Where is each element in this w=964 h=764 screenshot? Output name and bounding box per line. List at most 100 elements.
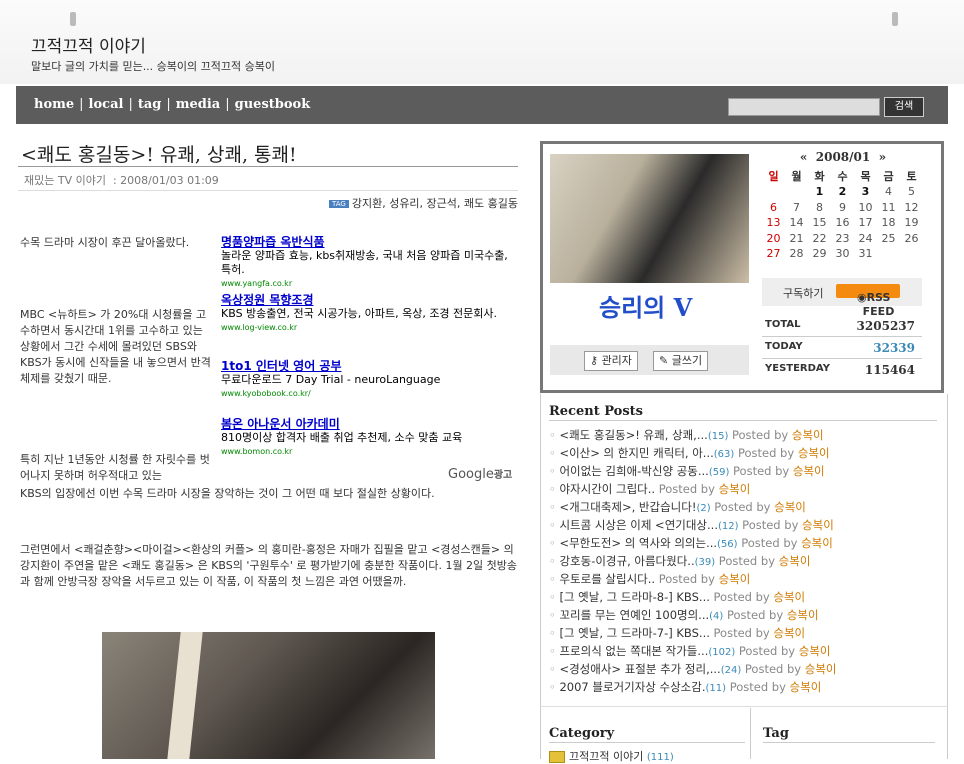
recent-post-author[interactable]: 승복이: [798, 446, 830, 460]
recent-post-title[interactable]: <쾌도 홍길동>! 유쾌, 상쾌,...: [559, 428, 707, 442]
recent-post-title[interactable]: 어이없는 김희애-박신양 공동...: [559, 464, 708, 478]
recent-post-title[interactable]: 꼬리를 무는 연예인 100명의...: [559, 608, 709, 622]
recent-post-author[interactable]: 승복이: [787, 608, 819, 622]
google-ads-label[interactable]: Google광고: [448, 466, 512, 482]
recent-post-item[interactable]: ◦ <이산> 의 한지민 캐릭터, 아...(63) Posted by 승복이: [549, 444, 944, 462]
recent-post-item[interactable]: ◦ 야자시간이 그립다.. Posted by 승복이: [549, 480, 944, 498]
recent-post-title[interactable]: 프로의식 없는 쪽대본 작가들...: [559, 644, 708, 658]
tag-heading: Tag: [763, 726, 789, 741]
recent-post-item[interactable]: ◦ <경성애사> 표절분 추가 정리,...(24) Posted by 승복이: [549, 660, 944, 678]
recent-post-item[interactable]: ◦ 어이없는 김희애-박신양 공동...(59) Posted by 승복이: [549, 462, 944, 480]
recent-post-author[interactable]: 승복이: [790, 680, 822, 694]
recent-post-author[interactable]: 승복이: [773, 626, 805, 640]
calendar-day[interactable]: 2: [831, 184, 854, 200]
ad-block[interactable]: 옥상정원 목향조경 KBS 방송출연, 전국 시공가능, 아파트, 옥상, 조경…: [221, 293, 521, 335]
write-button[interactable]: ✎ 글쓰기: [653, 351, 709, 371]
recent-post-item[interactable]: ◦ 2007 블로거기자상 수상소감.(11) Posted by 승복이: [549, 678, 944, 696]
ad-title[interactable]: 명품양파즙 옥반식품: [221, 235, 521, 249]
profile-caption: 승리의 V: [599, 293, 693, 322]
recent-post-title[interactable]: 2007 블로거기자상 수상소감.: [559, 680, 705, 694]
nav-home[interactable]: home: [34, 97, 74, 112]
recent-post-title[interactable]: 강호동-이경규, 아름다웠다..: [559, 554, 694, 568]
posted-by-label: Posted by: [742, 518, 799, 532]
admin-bar: [550, 345, 749, 375]
recent-post-title[interactable]: 야자시간이 그립다..: [559, 482, 655, 496]
recent-post-item[interactable]: ◦ <개그대축제>, 반갑습니다!(2) Posted by 승복이: [549, 498, 944, 516]
posted-by-label: Posted by: [732, 428, 789, 442]
post-category[interactable]: 재밌는 TV 이야기: [24, 174, 106, 187]
nav-media[interactable]: media: [176, 97, 220, 112]
calendar-day: [762, 184, 785, 200]
calendar-prev[interactable]: «: [800, 150, 808, 164]
nav-local[interactable]: local: [89, 97, 124, 112]
bullet-icon: ◦: [549, 554, 560, 568]
nav-tag[interactable]: tag: [138, 97, 162, 112]
recent-post-item[interactable]: ◦ 시트콤 시상은 이제 <연기대상...(12) Posted by 승복이: [549, 516, 944, 534]
tag-list[interactable]: 강지환, 성유리, 장근석, 쾌도 홍길동: [352, 197, 518, 210]
ad-title[interactable]: 옥상정원 목향조경: [221, 293, 521, 307]
ad-block[interactable]: 명품양파즙 옥반식품 놀라운 양파즙 효능, kbs취재방송, 국내 처음 양파…: [221, 235, 521, 291]
site-title[interactable]: 끄적끄적 이야기: [31, 32, 146, 57]
recent-post-comment-count: (102): [708, 647, 736, 658]
recent-post-item[interactable]: ◦ <쾌도 홍길동>! 유쾌, 상쾌,...(15) Posted by 승복이: [549, 426, 944, 444]
calendar-day: 29: [812, 247, 827, 261]
recent-post-author[interactable]: 승복이: [779, 554, 811, 568]
search-button[interactable]: 검색: [884, 97, 924, 117]
calendar-day: 4: [885, 185, 892, 199]
recent-post-author[interactable]: 승복이: [802, 518, 834, 532]
recent-post-item[interactable]: ◦ [그 옛날, 그 드라마-8-] KBS... Posted by 승복이: [549, 588, 944, 606]
search-input[interactable]: [728, 98, 880, 116]
recent-post-item[interactable]: ◦ 우토로를 살립시다.. Posted by 승복이: [549, 570, 944, 588]
recent-post-title[interactable]: 우토로를 살립시다..: [559, 572, 655, 586]
ad-url[interactable]: www.kyobobook.co.kr/: [221, 387, 521, 401]
ad-url[interactable]: www.bomon.co.kr: [221, 445, 521, 459]
recent-post-title[interactable]: [그 옛날, 그 드라마-8-] KBS...: [559, 590, 709, 604]
calendar-week: 20 21 22 23 24 25 26: [762, 231, 923, 247]
calendar-day[interactable]: 3: [854, 184, 877, 200]
calendar-month: 2008/01: [815, 150, 871, 164]
recent-post-title[interactable]: <경성애사> 표절분 추가 정리,...: [559, 662, 720, 676]
recent-post-author[interactable]: 승복이: [799, 644, 831, 658]
divider: [762, 336, 922, 337]
calendar-day: 28: [789, 247, 804, 261]
divider: [18, 190, 518, 191]
recent-post-author[interactable]: 승복이: [792, 428, 824, 442]
recent-post-title[interactable]: <무한도전> 의 역사와 의의는...: [559, 536, 717, 550]
recent-post-item[interactable]: ◦ 강호동-이경규, 아름다웠다..(39) Posted by 승복이: [549, 552, 944, 570]
recent-post-item[interactable]: ◦ [그 옛날, 그 드라마-7-] KBS... Posted by 승복이: [549, 624, 944, 642]
recent-post-item[interactable]: ◦ 꼬리를 무는 연예인 100명의...(4) Posted by 승복이: [549, 606, 944, 624]
nav-guestbook[interactable]: guestbook: [235, 97, 311, 112]
category-name[interactable]: 끄적끄적 이야기: [569, 750, 643, 763]
recent-post-author[interactable]: 승복이: [805, 662, 837, 676]
rss-feed-button[interactable]: ◉ RSS FEED: [836, 284, 900, 318]
recent-post-author[interactable]: 승복이: [801, 536, 833, 550]
calendar-day: 15: [812, 216, 827, 230]
posted-by-label: Posted by: [737, 446, 795, 460]
recent-post-author[interactable]: 승복이: [719, 572, 751, 586]
recent-post-author[interactable]: 승복이: [719, 482, 751, 496]
recent-post-title[interactable]: [그 옛날, 그 드라마-7-] KBS...: [559, 626, 709, 640]
category-item[interactable]: 끄적끄적 이야기 (111): [549, 748, 674, 764]
recent-post-author[interactable]: 승복이: [774, 500, 806, 514]
admin-button[interactable]: ⚷ 관리자: [584, 351, 638, 371]
recent-post-title[interactable]: <개그대축제>, 반갑습니다!: [559, 500, 696, 514]
calendar-next[interactable]: »: [879, 150, 887, 164]
post-title[interactable]: <쾌도 홍길동>! 유쾌, 상쾌, 통쾌!: [21, 140, 297, 167]
post-paragraph: 그런면에서 <쾌걸춘향><마이걸><환상의 커플> 의 홍미란-홍정은 자매가 …: [20, 543, 518, 588]
recent-post-item[interactable]: ◦ <무한도전> 의 역사와 의의는...(56) Posted by 승복이: [549, 534, 944, 552]
calendar-day: 12: [904, 200, 919, 214]
recent-post-item[interactable]: ◦ 프로의식 없는 쪽대본 작가들...(102) Posted by 승복이: [549, 642, 944, 660]
ad-block[interactable]: 봄온 아나운서 아카데미 810명이상 합격자 배출 취업 추천제, 소수 맞춤…: [221, 417, 521, 459]
recent-post-author[interactable]: 승복이: [793, 464, 825, 478]
recent-post-author[interactable]: 승복이: [773, 590, 805, 604]
ad-url[interactable]: www.log-view.co.kr: [221, 321, 521, 335]
ad-title[interactable]: 1to1 인터넷 영어 공부: [221, 359, 521, 373]
calendar-day[interactable]: 1: [808, 184, 831, 200]
stat-label: TOTAL: [765, 319, 801, 330]
recent-post-title[interactable]: 시트콤 시상은 이제 <연기대상...: [559, 518, 718, 532]
ad-block[interactable]: 1to1 인터넷 영어 공부 무료다운로드 7 Day Trial - neur…: [221, 359, 521, 401]
ad-title[interactable]: 봄온 아나운서 아카데미: [221, 417, 521, 431]
ad-url[interactable]: www.yangfa.co.kr: [221, 277, 521, 291]
recent-post-title[interactable]: <이산> 의 한지민 캐릭터, 아...: [559, 446, 713, 460]
recent-post-comment-count: (12): [717, 521, 739, 532]
